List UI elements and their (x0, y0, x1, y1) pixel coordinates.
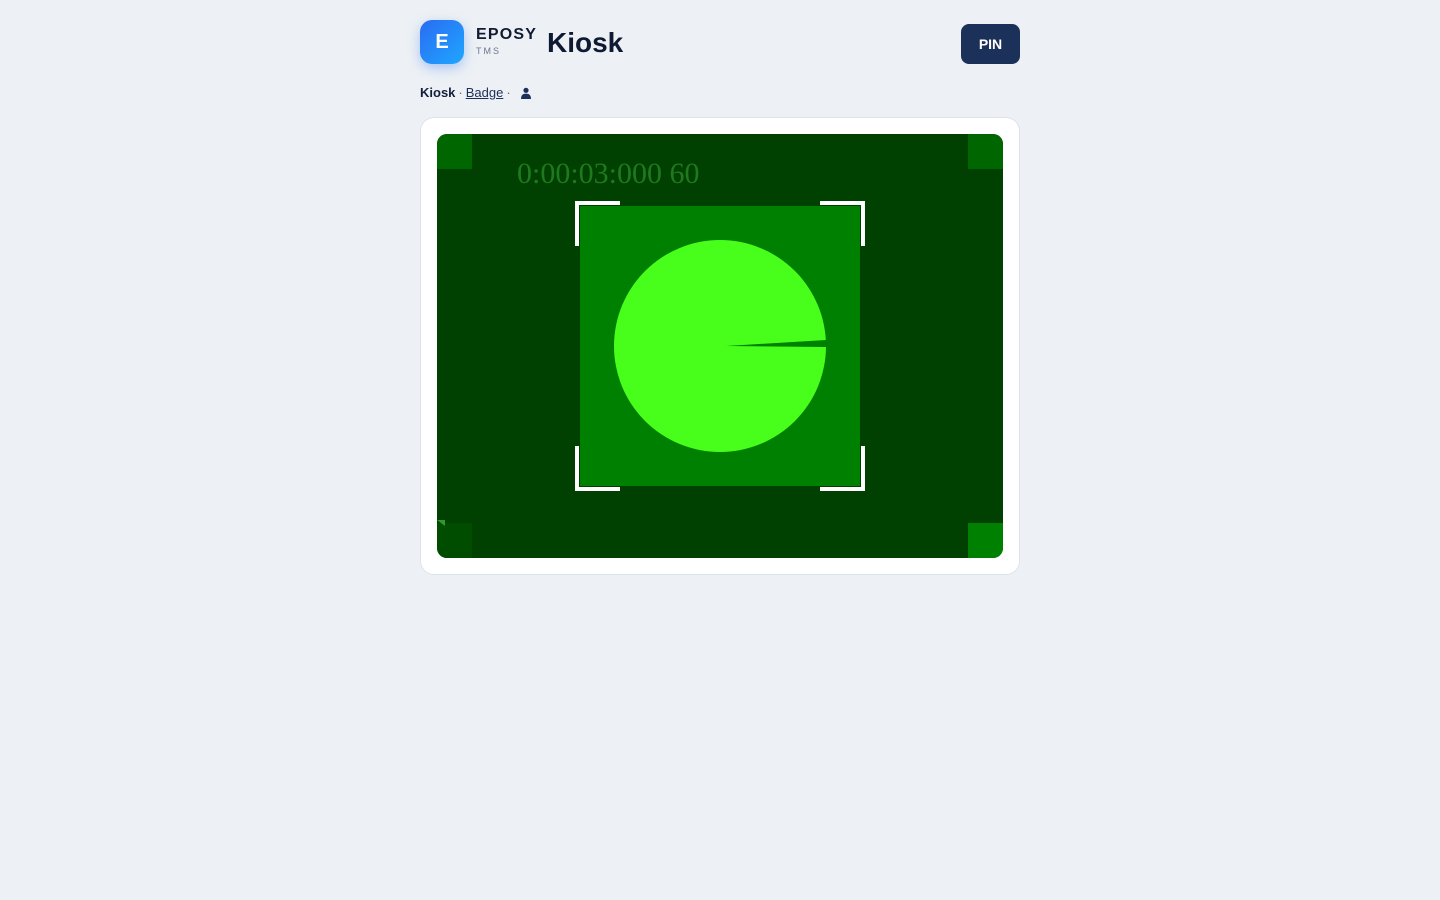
scan-frame-corner (575, 446, 620, 491)
corner-marker (968, 523, 1003, 558)
scan-frame-corner (575, 201, 620, 246)
pin-button[interactable]: PIN (961, 24, 1020, 64)
corner-marker (968, 134, 1003, 169)
camera-view: 0:00:03:000 60 (437, 134, 1003, 558)
breadcrumb-separator: · (506, 85, 511, 100)
logo-badge: E (420, 20, 464, 64)
corner-marker (437, 523, 472, 558)
breadcrumb: Kiosk · Badge · (420, 84, 532, 102)
brand-subtitle: TMS (476, 46, 501, 56)
countdown-pie (614, 240, 826, 452)
video-timecode: 0:00:03:000 60 (517, 157, 700, 190)
breadcrumb-separator: · (458, 85, 463, 100)
corner-glyph (437, 520, 445, 526)
scan-frame-corner (820, 446, 865, 491)
brand-name: EPOSY (476, 26, 538, 43)
user-icon[interactable] (520, 87, 532, 99)
breadcrumb-link-badge[interactable]: Badge (466, 85, 504, 100)
page-title: Kiosk (547, 27, 624, 58)
breadcrumb-current: Kiosk (420, 85, 456, 100)
scan-target (580, 206, 860, 486)
header: E EPOSY TMS Kiosk PIN (420, 20, 1020, 68)
corner-marker (437, 134, 472, 169)
scanner-card: 0:00:03:000 60 (420, 117, 1020, 575)
scan-frame-corner (820, 201, 865, 246)
